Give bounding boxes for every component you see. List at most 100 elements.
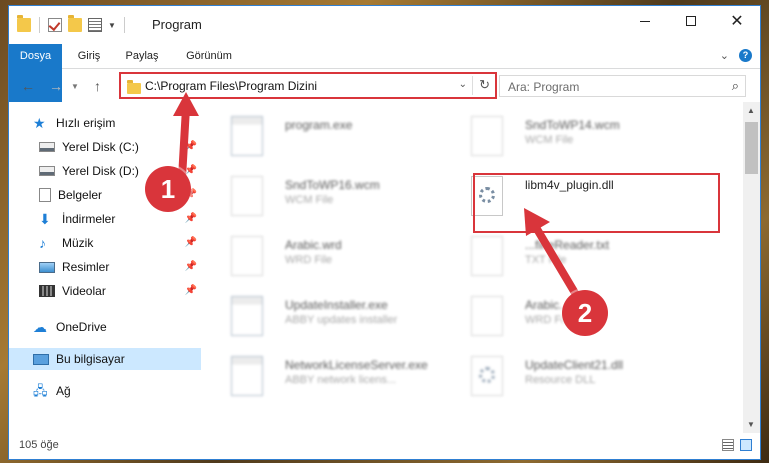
sidebar-item-label: Resimler <box>62 260 110 274</box>
computer-icon <box>33 353 49 365</box>
file-type: TXT File <box>525 254 567 266</box>
address-dropdown-icon[interactable]: ⌄ <box>459 79 467 90</box>
new-folder-icon[interactable] <box>68 15 82 32</box>
forward-arrow-icon[interactable]: → <box>49 78 63 94</box>
search-placeholder[interactable]: Ara: Program <box>508 80 579 94</box>
up-arrow-icon[interactable]: ↑ <box>94 78 101 94</box>
scroll-down-icon[interactable]: ▼ <box>747 420 755 429</box>
tiles-view-icon[interactable] <box>740 439 752 451</box>
details-view-icon[interactable] <box>722 439 734 451</box>
sidebar-item-label: Hızlı erişim <box>56 116 116 130</box>
sidebar-item-label: Videolar <box>62 284 106 298</box>
document-file-icon <box>231 236 263 276</box>
file-type: ABBY updates installer <box>285 314 398 326</box>
scroll-thumb[interactable] <box>745 122 758 174</box>
sidebar-item-quick-access[interactable]: ★ Hızlı erişim <box>9 112 201 134</box>
folder-icon <box>17 15 31 32</box>
maximize-button[interactable] <box>668 6 714 36</box>
quick-access-toolbar: ▼ <box>17 15 127 33</box>
sidebar-item-label: OneDrive <box>56 320 107 334</box>
sidebar-item-label: Bu bilgisayar <box>56 352 125 366</box>
document-file-icon <box>471 236 503 276</box>
address-path[interactable]: C:\Program Files\Program Dizini <box>145 79 317 93</box>
sidebar-item-label: İndirmeler <box>62 212 116 226</box>
file-item[interactable]: UpdateInstaller.exe ABBY updates install… <box>219 290 459 348</box>
refresh-icon[interactable]: ↻ <box>479 77 490 93</box>
explorer-window: ▼ Program ✕ Dosya Giriş Paylaş Görünüm ⌄… <box>8 5 761 460</box>
file-type: WCM File <box>285 194 334 206</box>
close-button[interactable]: ✕ <box>714 6 760 36</box>
back-arrow-icon[interactable]: ← <box>21 78 35 94</box>
file-item[interactable]: SndToWP14.wcm WCM File <box>459 110 699 168</box>
sidebar-item-onedrive[interactable]: ☁ OneDrive <box>9 316 201 338</box>
chevron-down-icon[interactable]: ▼ <box>108 21 116 30</box>
tab-share[interactable]: Paylaş <box>121 44 163 69</box>
maximize-icon <box>686 16 696 26</box>
callout-step-1: 1 <box>145 166 191 212</box>
vertical-scrollbar[interactable]: ▲ ▼ <box>743 102 760 433</box>
view-toggle <box>722 439 752 451</box>
sidebar-item-music[interactable]: ♪ Müzik 📌 <box>9 232 201 254</box>
address-bar[interactable]: C:\Program Files\Program Dizini ⌄ ↻ <box>119 72 497 99</box>
help-icon[interactable]: ? <box>739 49 752 62</box>
search-box[interactable]: Ara: Program ⌕ <box>499 75 746 97</box>
recent-locations-icon[interactable]: ▼ <box>71 82 79 91</box>
minimize-button[interactable] <box>622 6 668 36</box>
file-type: WCM File <box>525 134 574 146</box>
file-name: program.exe <box>285 118 353 132</box>
file-type: Resource DLL <box>525 374 596 386</box>
sidebar-item-disk-c[interactable]: Yerel Disk (C:) 📌 <box>9 136 201 158</box>
exe-file-icon <box>231 356 263 396</box>
file-item[interactable]: NetworkLicenseServer.exe ABBY network li… <box>219 350 459 408</box>
drive-icon <box>39 166 55 176</box>
documents-icon <box>39 188 51 202</box>
close-icon: ✕ <box>730 13 744 30</box>
file-item[interactable]: UpdateClient21.dll Resource DLL <box>459 350 699 408</box>
file-name: Arabic.wrd <box>285 238 342 252</box>
search-icon[interactable]: ⌕ <box>732 78 739 94</box>
customize-icon[interactable] <box>88 18 102 32</box>
file-list: program.exe SndToWP14.wcm WCM File SndTo… <box>219 102 741 432</box>
title-bar: ▼ Program ✕ <box>9 6 760 44</box>
pictures-icon <box>39 261 55 273</box>
document-file-icon <box>471 296 503 336</box>
sidebar-item-pictures[interactable]: Resimler 📌 <box>9 256 201 278</box>
properties-check-icon[interactable] <box>48 18 62 32</box>
file-type: WRD File <box>285 254 333 266</box>
ribbon-tabs: Dosya Giriş Paylaş Görünüm ⌄ ? <box>9 44 760 102</box>
file-item[interactable]: ...fineReader.txt TXT File <box>459 230 699 288</box>
pin-icon: 📌 <box>184 261 197 272</box>
file-item[interactable]: SndToWP16.wcm WCM File <box>219 170 459 228</box>
document-file-icon <box>471 116 503 156</box>
sidebar-item-label: Müzik <box>62 236 94 250</box>
drive-icon <box>39 142 55 152</box>
tab-view[interactable]: Görünüm <box>179 44 239 69</box>
file-item[interactable]: Arabic.wrd WRD File <box>219 230 459 288</box>
file-name: UpdateClient21.dll <box>525 358 624 372</box>
sidebar-item-label: Ağ <box>56 384 71 398</box>
highlight-box <box>473 173 720 233</box>
exe-file-icon <box>231 116 263 156</box>
tab-home[interactable]: Giriş <box>69 44 109 69</box>
expand-ribbon-icon[interactable]: ⌄ <box>720 49 729 62</box>
music-icon: ♪ <box>39 235 46 251</box>
navigation-pane: ★ Hızlı erişim Yerel Disk (C:) 📌 Yerel D… <box>9 106 201 426</box>
toolbar-divider <box>39 17 40 33</box>
videos-icon <box>39 285 55 297</box>
ribbon-controls: ⌄ ? <box>720 49 752 62</box>
sidebar-item-videos[interactable]: Videolar 📌 <box>9 280 201 302</box>
pin-icon: 📌 <box>184 141 197 152</box>
window-title: Program <box>152 17 202 32</box>
cloud-icon: ☁ <box>33 319 47 335</box>
star-icon: ★ <box>33 115 46 131</box>
gear-icon <box>479 367 495 383</box>
file-item[interactable]: program.exe <box>219 110 459 168</box>
sidebar-item-label: Yerel Disk (D:) <box>62 164 139 178</box>
address-divider <box>472 76 473 95</box>
dll-file-icon <box>471 356 503 396</box>
scroll-up-icon[interactable]: ▲ <box>747 106 755 115</box>
file-name: SndToWP16.wcm <box>285 178 380 192</box>
document-file-icon <box>231 176 263 216</box>
sidebar-item-network[interactable]: 🖧 Ağ <box>9 380 201 402</box>
sidebar-item-this-pc[interactable]: Bu bilgisayar <box>9 348 201 370</box>
